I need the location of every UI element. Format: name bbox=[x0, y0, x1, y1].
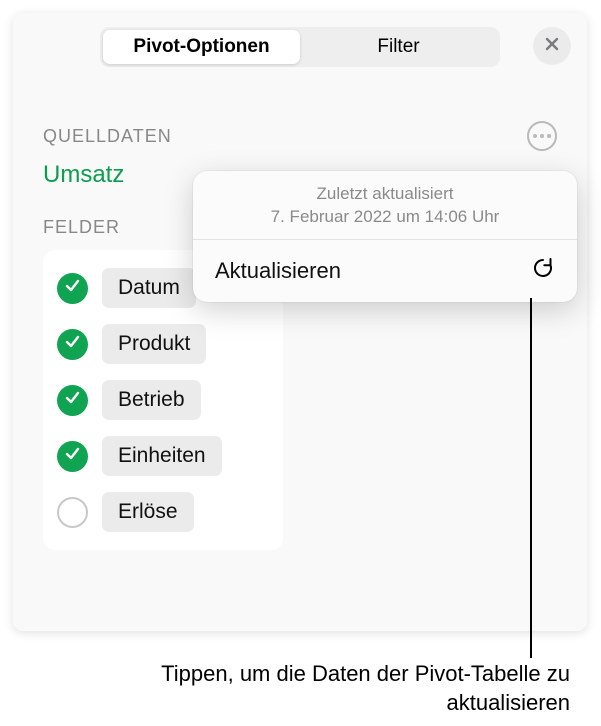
refresh-label: Aktualisieren bbox=[215, 258, 341, 284]
ellipsis-icon bbox=[540, 134, 544, 138]
check-icon bbox=[64, 333, 81, 355]
callout-leader-line bbox=[530, 298, 532, 658]
callout-text: Tippen, um die Daten der Pivot-Tabelle z… bbox=[120, 660, 570, 717]
tab-label: Filter bbox=[377, 36, 419, 58]
top-bar: Pivot-Optionen Filter bbox=[13, 13, 587, 79]
source-more-button[interactable] bbox=[527, 121, 557, 151]
field-checkbox[interactable] bbox=[57, 329, 88, 360]
close-button[interactable] bbox=[533, 27, 571, 65]
check-icon bbox=[64, 445, 81, 467]
field-pill[interactable]: Einheiten bbox=[102, 436, 222, 476]
field-pill[interactable]: Produkt bbox=[102, 324, 206, 364]
source-header: QUELLDATEN bbox=[43, 121, 557, 151]
updated-time: 7. Februar 2022 um 14:06 Uhr bbox=[211, 206, 559, 229]
field-label: Erlöse bbox=[118, 500, 178, 523]
updated-label: Zuletzt aktualisiert bbox=[211, 183, 559, 206]
ellipsis-icon bbox=[533, 134, 537, 138]
field-label: Einheiten bbox=[118, 444, 206, 467]
field-checkbox[interactable] bbox=[57, 497, 88, 528]
refresh-row[interactable]: Aktualisieren bbox=[193, 240, 577, 302]
segmented-control: Pivot-Optionen Filter bbox=[100, 27, 500, 67]
close-icon bbox=[544, 36, 560, 57]
field-label: Produkt bbox=[118, 332, 190, 355]
pivot-options-panel: Pivot-Optionen Filter QUELLDATEN Umsatz … bbox=[13, 13, 587, 631]
refresh-popover: Zuletzt aktualisiert 7. Februar 2022 um … bbox=[193, 171, 577, 302]
check-icon bbox=[64, 389, 81, 411]
popover-header: Zuletzt aktualisiert 7. Februar 2022 um … bbox=[193, 171, 577, 240]
field-pill[interactable]: Datum bbox=[102, 268, 196, 308]
ellipsis-icon bbox=[547, 134, 551, 138]
field-pill[interactable]: Erlöse bbox=[102, 492, 194, 532]
field-label: Betrieb bbox=[118, 388, 185, 411]
check-icon bbox=[64, 277, 81, 299]
field-label: Datum bbox=[118, 276, 180, 299]
field-checkbox[interactable] bbox=[57, 385, 88, 416]
tab-label: Pivot-Optionen bbox=[133, 36, 269, 58]
field-checkbox[interactable] bbox=[57, 441, 88, 472]
field-checkbox[interactable] bbox=[57, 273, 88, 304]
field-row: Betrieb bbox=[57, 372, 269, 428]
field-row: Erlöse bbox=[57, 484, 269, 540]
tab-filter[interactable]: Filter bbox=[300, 30, 497, 64]
field-row: Produkt bbox=[57, 316, 269, 372]
tab-pivot-options[interactable]: Pivot-Optionen bbox=[103, 30, 300, 64]
field-row: Einheiten bbox=[57, 428, 269, 484]
refresh-icon bbox=[531, 256, 555, 286]
source-label: QUELLDATEN bbox=[43, 126, 172, 147]
field-pill[interactable]: Betrieb bbox=[102, 380, 201, 420]
